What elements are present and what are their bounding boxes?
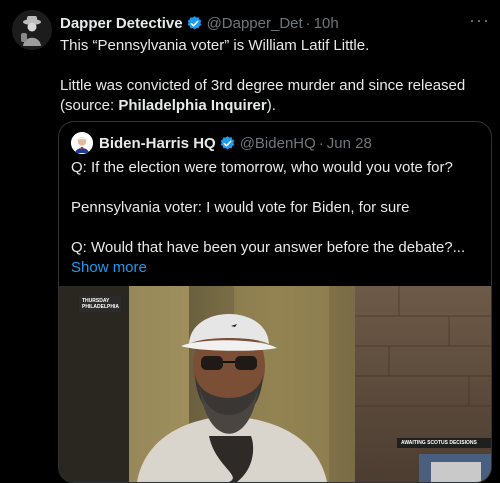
verified-badge-icon: [187, 15, 201, 29]
quoted-text-line: Pennsylvania voter: I would vote for Bid…: [71, 199, 410, 216]
tweet[interactable]: Dapper Detective @Dapper_Det · 10h ··· T…: [0, 0, 500, 483]
separator: ·: [318, 134, 324, 152]
quoted-author-avatar[interactable]: [71, 132, 93, 154]
author-handle[interactable]: @Dapper_Det: [207, 15, 303, 32]
tweet-text-line: This “Pennsylvania voter” is William Lat…: [60, 37, 370, 54]
quoted-tweet-header: Biden-Harris HQ @BidenHQ · Jun 28: [71, 132, 372, 154]
chyron-city: PHILADELPHIA: [82, 304, 119, 310]
tweet-text-line: Little was convicted of 3rd degree murde…: [60, 77, 466, 94]
tweet-text: This “Pennsylvania voter” is William Lat…: [60, 36, 490, 116]
tweet-header: Dapper Detective @Dapper_Det · 10h: [60, 12, 490, 34]
verified-badge-icon: [220, 135, 234, 149]
more-options-icon[interactable]: ···: [469, 11, 490, 29]
timestamp[interactable]: 10h: [314, 15, 339, 32]
author-avatar[interactable]: [12, 10, 52, 50]
quoted-tweet[interactable]: Biden-Harris HQ @BidenHQ · Jun 28 Q: If …: [58, 121, 492, 483]
source-prefix: (source:: [60, 97, 119, 114]
separator: ·: [305, 14, 311, 32]
quoted-text-line: Q: Would that have been your answer befo…: [71, 239, 466, 256]
source-name: Philadelphia Inquirer: [118, 97, 267, 114]
video-frame-image: [59, 286, 491, 482]
tweet-text-line: (source: Philadelphia Inquirer).: [60, 96, 490, 116]
quoted-text-line: Q: If the election were tomorrow, who wo…: [71, 159, 453, 176]
quoted-author-name[interactable]: Biden-Harris HQ: [99, 135, 216, 152]
quoted-tweet-text: Q: If the election were tomorrow, who wo…: [71, 158, 481, 278]
news-ticker-label: AWAITING SCOTUS DECISIONS: [397, 438, 491, 448]
quoted-author-handle[interactable]: @BidenHQ: [240, 135, 316, 152]
location-chyron: THURSDAY PHILADELPHIA: [79, 296, 121, 312]
source-suffix: ).: [266, 97, 276, 114]
video-thumbnail[interactable]: THURSDAY PHILADELPHIA AWAITING SCOTUS DE…: [59, 286, 491, 482]
author-name[interactable]: Dapper Detective: [60, 15, 183, 32]
show-more-link[interactable]: Show more: [71, 258, 481, 278]
quoted-date[interactable]: Jun 28: [327, 135, 372, 152]
